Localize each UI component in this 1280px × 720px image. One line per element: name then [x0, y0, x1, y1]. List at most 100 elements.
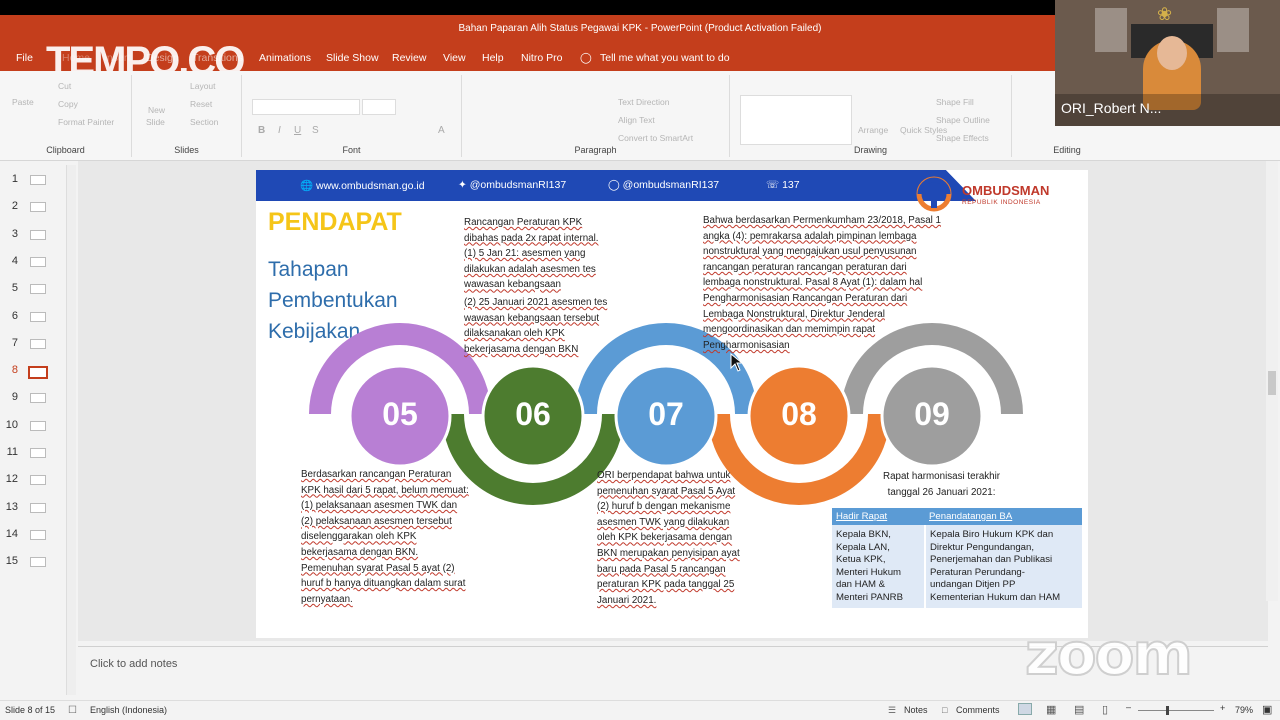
slide-thumbnail[interactable]	[30, 284, 46, 295]
table-header: Penandatangan BA	[925, 508, 1082, 525]
slide-thumbnail[interactable]	[30, 311, 46, 322]
text-block-07[interactable]: ORI berpendapat bahwa untuk pemenuhan sya…	[597, 468, 740, 608]
arrange-button[interactable]: Arrange	[858, 125, 888, 135]
align-text-button[interactable]: Align Text	[618, 115, 655, 125]
slide-thumbnail[interactable]	[30, 502, 46, 513]
underline-button[interactable]: U	[294, 125, 301, 136]
slide-thumbnail-number[interactable]: 6	[4, 310, 18, 322]
slide-thumbnail-number[interactable]: 3	[4, 228, 18, 240]
slide-thumbnail-number[interactable]: 9	[4, 391, 18, 403]
font-size-dropdown[interactable]	[362, 99, 396, 115]
shapes-gallery[interactable]	[740, 95, 852, 145]
comments-toggle[interactable]: Comments	[956, 705, 1000, 715]
bold-button[interactable]: B	[258, 125, 265, 136]
format-painter-button[interactable]: Format Painter	[58, 117, 114, 127]
font-color-button[interactable]: A	[438, 125, 445, 136]
zoom-slider-thumb[interactable]	[1166, 706, 1169, 715]
tab-review[interactable]: Review	[392, 52, 426, 64]
slide-thumbnail-number[interactable]: 14	[4, 528, 18, 540]
editor-scrollbar[interactable]	[1266, 161, 1278, 601]
zoom-out-button[interactable]: –	[1126, 702, 1131, 712]
spellcheck-icon[interactable]: ☐	[68, 705, 77, 716]
comments-icon: □	[942, 705, 948, 715]
slide-sorter-button[interactable]: ▦	[1046, 703, 1056, 716]
slide-thumbnail[interactable]	[30, 256, 46, 267]
paragraph-label: Paragraph	[574, 145, 617, 155]
zoom-in-button[interactable]: +	[1220, 703, 1225, 713]
slide-thumbnail-number[interactable]: 1	[4, 173, 18, 185]
slide-thumbnail-number[interactable]: 12	[4, 473, 18, 485]
zoom-watermark: zoom	[1024, 619, 1194, 689]
shape-outline-button[interactable]: Shape Outline	[936, 115, 990, 125]
italic-button[interactable]: I	[278, 125, 281, 136]
tab-animations[interactable]: Animations	[259, 52, 311, 64]
convert-smartart-button[interactable]: Convert to SmartArt	[618, 133, 693, 143]
slide-thumbnail[interactable]	[28, 366, 48, 380]
slide-thumbnail-number[interactable]: 2	[4, 200, 18, 212]
slide-thumbnail-number[interactable]: 10	[4, 419, 18, 431]
notes-placeholder: Click to add notes	[90, 658, 178, 670]
text-block-09[interactable]: Rapat harmonisasi terakhir tanggal 26 Jan…	[883, 469, 1000, 500]
new-slide-label: Slide	[146, 117, 165, 127]
normal-view-button[interactable]	[1018, 703, 1032, 715]
slide-thumbnail[interactable]	[30, 338, 46, 349]
slide-canvas[interactable]: 🌐 www.ombudsman.go.id ✦ @ombudsmanRI137 …	[256, 170, 1088, 638]
language-indicator[interactable]: English (Indonesia)	[90, 705, 167, 715]
slide-thumbnail-number[interactable]: 7	[4, 337, 18, 349]
reading-view-button[interactable]: ▤	[1074, 703, 1084, 716]
table-header: Hadir Rapat	[832, 508, 925, 525]
tab-nitro[interactable]: Nitro Pro	[521, 52, 562, 64]
copy-button[interactable]: Copy	[58, 99, 78, 109]
fit-to-window-button[interactable]: ▣	[1262, 703, 1272, 716]
cut-button[interactable]: Cut	[58, 81, 71, 91]
new-slide-button[interactable]: New	[148, 105, 165, 115]
step-label-06: 06	[515, 396, 551, 432]
clipboard-group: Paste Cut Copy Format Painter Clipboard	[0, 75, 132, 157]
reset-button[interactable]: Reset	[190, 99, 212, 109]
text-block-06[interactable]: Rancangan Peraturan KPK dibahas pada 2x r…	[464, 215, 607, 357]
slide-thumbnail-number[interactable]: 11	[4, 446, 18, 458]
slide-thumbnail-number[interactable]: 4	[4, 255, 18, 267]
shape-fill-button[interactable]: Shape Fill	[936, 97, 974, 107]
slide-thumbnail[interactable]	[30, 393, 46, 404]
slide-thumbnail[interactable]	[30, 475, 46, 486]
section-button[interactable]: Section	[190, 117, 218, 127]
participant-name: ORI_Robert N...	[1061, 100, 1162, 116]
slideshow-button[interactable]: ▯	[1102, 703, 1108, 716]
editing-label: Editing	[1053, 145, 1081, 155]
paste-button[interactable]: Paste	[12, 97, 34, 107]
tab-help[interactable]: Help	[482, 52, 504, 64]
tell-me-search[interactable]: Tell me what you want to do	[600, 52, 730, 64]
layout-button[interactable]: Layout	[190, 81, 216, 91]
slide-thumbnail[interactable]	[30, 557, 46, 568]
zoom-level[interactable]: 79%	[1235, 705, 1253, 715]
slide-thumbnail-number[interactable]: 15	[4, 555, 18, 567]
slide-thumbnail-number[interactable]: 5	[4, 282, 18, 294]
table-cell: Kepala Biro Hukum KPK dan Direktur Pengu…	[924, 525, 1082, 608]
notes-toggle[interactable]: Notes	[904, 705, 928, 715]
attendance-table[interactable]: Hadir Rapat Penandatangan BA Kepala BKN,…	[832, 508, 1082, 608]
text-block-05[interactable]: Berdasarkan rancangan Peraturan KPK hasil…	[301, 467, 469, 607]
tab-file[interactable]: File	[16, 52, 33, 64]
shadow-button[interactable]: S	[312, 125, 319, 136]
zoom-slider[interactable]	[1138, 710, 1214, 711]
step-label-08: 08	[781, 396, 817, 432]
clipboard-label: Clipboard	[46, 145, 85, 155]
thumbnails-scrollbar[interactable]	[66, 165, 76, 695]
tab-view[interactable]: View	[443, 52, 466, 64]
slide-thumbnails-pane: 1 2 3 4 5 6 7 8 9 10 11 12 13 14 15	[0, 161, 70, 671]
slide-thumbnail[interactable]	[30, 202, 46, 213]
shape-effects-button[interactable]: Shape Effects	[936, 133, 989, 143]
text-direction-button[interactable]: Text Direction	[618, 97, 670, 107]
tab-slideshow[interactable]: Slide Show	[326, 52, 379, 64]
slide-thumbnail[interactable]	[30, 175, 46, 185]
slide-thumbnail[interactable]	[30, 420, 46, 431]
slide-thumbnail[interactable]	[30, 529, 46, 540]
slide-thumbnail[interactable]	[30, 448, 46, 458]
slide-thumbnail[interactable]	[30, 229, 46, 240]
slide-thumbnail-number[interactable]: 13	[4, 501, 18, 513]
text-block-08[interactable]: Bahwa berdasarkan Permenkumham 23/2018, …	[703, 213, 941, 353]
garuda-emblem-icon: ❀	[1157, 4, 1173, 24]
slide-thumbnail-number[interactable]: 8	[4, 364, 18, 376]
font-name-dropdown[interactable]	[252, 99, 360, 115]
